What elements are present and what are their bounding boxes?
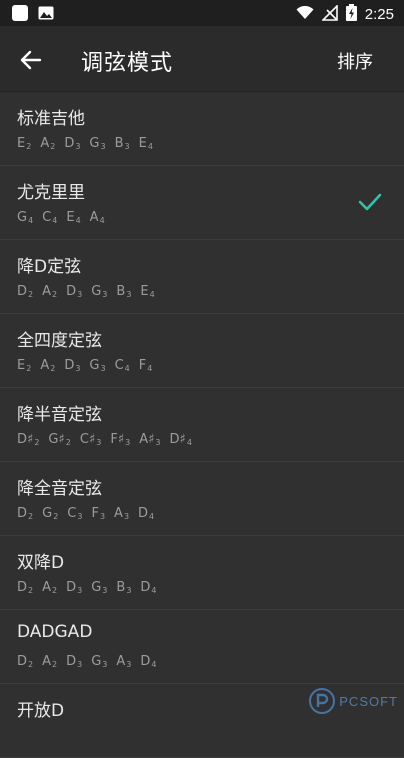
check-icon bbox=[358, 192, 382, 212]
tuning-name: 降D定弦 bbox=[17, 252, 81, 277]
no-signal-icon bbox=[322, 5, 338, 25]
note-label: C3 bbox=[67, 506, 82, 521]
tuning-notes: D2 G2 C3 F3 A3 D4 bbox=[17, 506, 154, 521]
note-label: G3 bbox=[91, 580, 107, 595]
tuning-name: 开放D bbox=[17, 696, 64, 721]
note-label: A3 bbox=[116, 654, 131, 669]
note-label: D3 bbox=[66, 654, 82, 669]
note-label: D3 bbox=[64, 358, 80, 373]
watermark-text: PCSOFT bbox=[339, 694, 398, 709]
note-label: E2 bbox=[17, 358, 31, 373]
tuning-list-item[interactable]: DADGAD D2 A2 D3 G3 A3 D4 bbox=[0, 610, 404, 684]
battery-charging-icon bbox=[346, 4, 357, 25]
tuning-name: 降半音定弦 bbox=[17, 400, 102, 425]
note-label: D♯4 bbox=[170, 432, 192, 447]
status-bar: 2:25 bbox=[0, 0, 404, 26]
note-label: C♯3 bbox=[80, 432, 101, 447]
note-label: E4 bbox=[66, 210, 80, 225]
tuning-name: 标准吉他 bbox=[17, 104, 85, 129]
note-label: D4 bbox=[138, 506, 154, 521]
note-label: F3 bbox=[91, 506, 105, 521]
watermark: PCSOFT bbox=[309, 688, 398, 714]
note-label: B3 bbox=[116, 580, 131, 595]
note-label: A2 bbox=[40, 358, 55, 373]
tuning-list-item[interactable]: 标准吉他 E2 A2 D3 G3 B3 E4 bbox=[0, 92, 404, 166]
tuning-list-item[interactable]: 全四度定弦 E2 A2 D3 G3 C4 F4 bbox=[0, 314, 404, 388]
note-label: G♯2 bbox=[48, 432, 70, 447]
system-icons: 2:25 bbox=[296, 4, 394, 25]
note-label: B3 bbox=[116, 284, 131, 299]
note-label: G4 bbox=[17, 210, 33, 225]
tuning-notes: E2 A2 D3 G3 B3 E4 bbox=[17, 136, 153, 151]
note-label: A2 bbox=[42, 284, 57, 299]
tuning-notes: D♯2 G♯2 C♯3 F♯3 A♯3 D♯4 bbox=[17, 432, 192, 447]
note-label: E2 bbox=[17, 136, 31, 151]
note-label: A2 bbox=[42, 654, 57, 669]
note-label: G3 bbox=[89, 358, 105, 373]
back-button[interactable] bbox=[14, 43, 48, 77]
tuning-notes: D2 A2 D3 G3 B3 E4 bbox=[17, 284, 155, 299]
tuning-name: 全四度定弦 bbox=[17, 326, 102, 351]
note-label: D2 bbox=[17, 506, 33, 521]
tuning-list-item[interactable]: 降半音定弦 D♯2 G♯2 C♯3 F♯3 A♯3 D♯4 bbox=[0, 388, 404, 462]
tuning-name: 双降D bbox=[17, 548, 64, 573]
sort-button[interactable]: 排序 bbox=[337, 48, 373, 74]
note-label: F♯3 bbox=[110, 432, 130, 447]
tuning-name: 尤克里里 bbox=[17, 178, 85, 203]
note-label: E4 bbox=[139, 136, 153, 151]
tuning-notes: D2 A2 D3 G3 A3 D4 bbox=[17, 654, 157, 669]
note-label: G3 bbox=[91, 284, 107, 299]
clock-time: 2:25 bbox=[365, 6, 394, 23]
note-label: D3 bbox=[66, 284, 82, 299]
tuning-name: 降全音定弦 bbox=[17, 474, 102, 499]
note-label: A2 bbox=[42, 580, 57, 595]
note-label: D3 bbox=[64, 136, 80, 151]
notification-icons bbox=[12, 5, 54, 21]
page-title: 调弦模式 bbox=[81, 45, 173, 77]
note-label: D2 bbox=[17, 580, 33, 595]
note-label: A♯3 bbox=[139, 432, 160, 447]
tuning-list: 标准吉他 E2 A2 D3 G3 B3 E4 尤克里里 G4 C4 E4 A4 降D定弦 D2 A2 D3 G3… bbox=[0, 92, 404, 758]
note-label: D2 bbox=[17, 654, 33, 669]
tuning-notes: G4 C4 E4 A4 bbox=[17, 210, 105, 225]
tuning-notes: D2 A2 D3 G3 B3 D4 bbox=[17, 580, 157, 595]
wifi-icon bbox=[296, 5, 314, 24]
note-label: B3 bbox=[115, 136, 130, 151]
note-label: G2 bbox=[42, 506, 58, 521]
app-notification-icon bbox=[12, 5, 28, 21]
tuning-list-item[interactable]: 尤克里里 G4 C4 E4 A4 bbox=[0, 166, 404, 240]
note-label: G3 bbox=[91, 654, 107, 669]
tuning-notes: E2 A2 D3 G3 C4 F4 bbox=[17, 358, 152, 373]
note-label: D♯2 bbox=[17, 432, 39, 447]
tuning-list-item[interactable]: 降D定弦 D2 A2 D3 G3 B3 E4 bbox=[0, 240, 404, 314]
watermark-logo-icon bbox=[309, 688, 335, 714]
note-label: G3 bbox=[89, 136, 105, 151]
note-label: D3 bbox=[66, 580, 82, 595]
image-notification-icon bbox=[38, 5, 54, 21]
note-label: F4 bbox=[139, 358, 153, 373]
tuning-list-item[interactable]: 降全音定弦 D2 G2 C3 F3 A3 D4 bbox=[0, 462, 404, 536]
note-label: A3 bbox=[114, 506, 129, 521]
note-label: A2 bbox=[40, 136, 55, 151]
arrow-back-icon bbox=[14, 43, 48, 77]
note-label: D2 bbox=[17, 284, 33, 299]
app-bar: 调弦模式 排序 bbox=[0, 26, 404, 92]
note-label: C4 bbox=[42, 210, 57, 225]
note-label: A4 bbox=[90, 210, 105, 225]
note-label: D4 bbox=[140, 580, 156, 595]
tuning-name: DADGAD bbox=[17, 622, 92, 642]
note-label: C4 bbox=[115, 358, 130, 373]
note-label: D4 bbox=[140, 654, 156, 669]
tuning-list-item[interactable]: 双降D D2 A2 D3 G3 B3 D4 bbox=[0, 536, 404, 610]
note-label: E4 bbox=[140, 284, 154, 299]
